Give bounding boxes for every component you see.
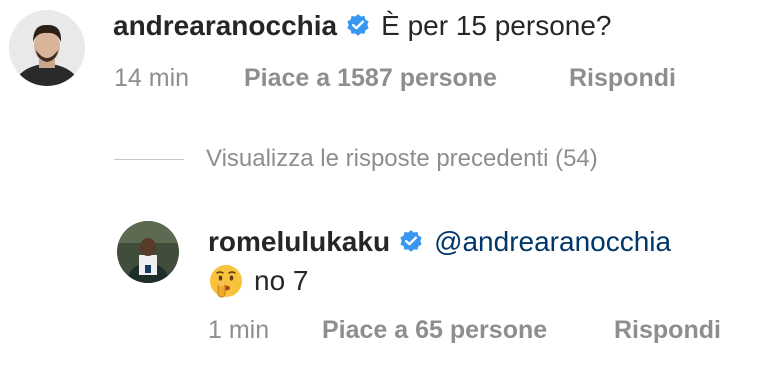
reply-body: no 7 xyxy=(208,262,309,300)
username[interactable]: andrearanocchia xyxy=(113,10,337,42)
comment-text: È per 15 persone? xyxy=(381,10,612,41)
likes-count[interactable]: Piace a 65 persone xyxy=(322,316,614,345)
view-previous-replies[interactable]: Visualizza le risposte precedenti (54) xyxy=(114,145,598,173)
reply-romelulukaku: romelulukaku @andrearanocchia no 7 1 min… xyxy=(0,200,767,378)
reply-button[interactable]: Rispondi xyxy=(569,64,676,93)
mention-link[interactable]: @andrearanocchia xyxy=(434,226,671,258)
divider-line xyxy=(114,158,184,160)
reply-time: 1 min xyxy=(208,316,270,344)
reply-header: romelulukaku @andrearanocchia xyxy=(208,222,671,262)
comment-time: 14 min xyxy=(114,64,190,92)
avatar[interactable] xyxy=(9,10,85,86)
comment-header: andrearanocchia È per 15 persone? xyxy=(113,6,612,46)
reply-meta: 1 min Piace a 65 persone Rispondi xyxy=(208,316,721,345)
reply-button[interactable]: Rispondi xyxy=(614,316,721,345)
avatar[interactable] xyxy=(117,221,179,283)
view-replies-label[interactable]: Visualizza le risposte precedenti (54) xyxy=(206,145,598,173)
comment-andrearanocchia: andrearanocchia È per 15 persone? 14 min… xyxy=(0,0,767,110)
comment-meta: 14 min Piace a 1587 persone Rispondi xyxy=(114,64,676,93)
verified-badge-icon xyxy=(345,13,371,39)
verified-badge-icon xyxy=(398,229,424,255)
shushing-face-icon xyxy=(208,263,244,299)
likes-count[interactable]: Piace a 1587 persone xyxy=(244,64,569,93)
username[interactable]: romelulukaku xyxy=(208,226,390,258)
reply-text: no 7 xyxy=(254,265,309,296)
